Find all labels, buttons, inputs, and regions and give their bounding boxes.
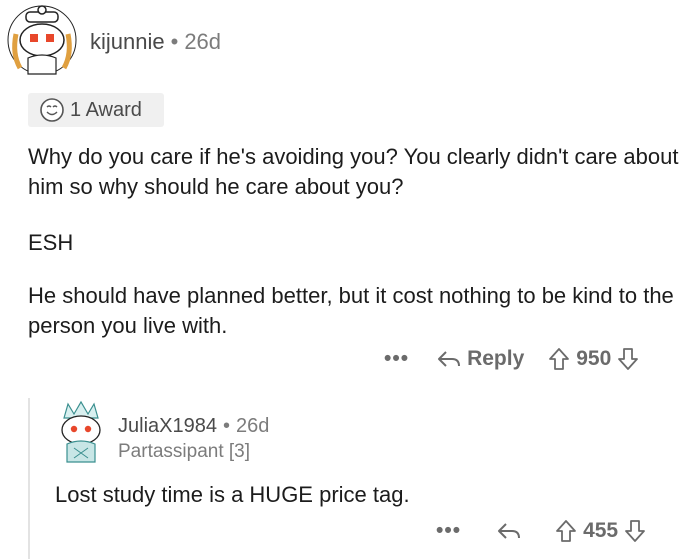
award-icon — [38, 96, 66, 124]
reply-label: Reply — [467, 347, 525, 370]
more-options-button[interactable]: ••• — [436, 519, 461, 543]
vote-score: 455 — [583, 519, 619, 542]
user-avatar[interactable] — [6, 4, 78, 76]
award-badge[interactable]: 1 Award — [28, 93, 164, 127]
user-flair: Partassipant [3] — [118, 441, 251, 462]
downvote-icon[interactable] — [624, 519, 646, 543]
comment-actions: ••• Reply 950 — [384, 344, 639, 374]
vote-score: 950 — [576, 347, 612, 370]
upvote-icon[interactable] — [555, 519, 577, 543]
reply-header: JuliaX1984 • 26d — [118, 414, 269, 438]
comment-paragraph: Why do you care if he's avoiding you? Yo… — [28, 144, 679, 199]
comment-paragraph: ESH — [28, 230, 74, 255]
upvote-icon[interactable] — [548, 347, 570, 371]
reply-button[interactable]: Reply — [437, 347, 524, 371]
reply-icon[interactable] — [497, 520, 521, 542]
separator-dot: • — [222, 415, 230, 437]
downvote-icon[interactable] — [617, 347, 639, 371]
separator-dot: • — [170, 29, 179, 54]
reply-icon — [438, 351, 461, 367]
comment-age: 26d — [184, 29, 222, 54]
reply-text: Lost study time is a HUGE price tag. — [55, 482, 410, 507]
more-options-button[interactable]: ••• — [384, 347, 409, 371]
award-label: 1 Award — [70, 98, 142, 121]
comment-paragraph: He should have planned better, but it co… — [28, 283, 674, 338]
reply-actions: ••• 455 — [436, 516, 646, 546]
comment-header: kijunnie • 26d — [90, 29, 221, 55]
reply-avatar[interactable] — [50, 400, 112, 466]
comment-age: 26d — [235, 415, 270, 437]
username[interactable]: JuliaX1984 — [118, 415, 217, 437]
thread-line[interactable] — [28, 398, 30, 559]
username[interactable]: kijunnie — [90, 29, 165, 54]
